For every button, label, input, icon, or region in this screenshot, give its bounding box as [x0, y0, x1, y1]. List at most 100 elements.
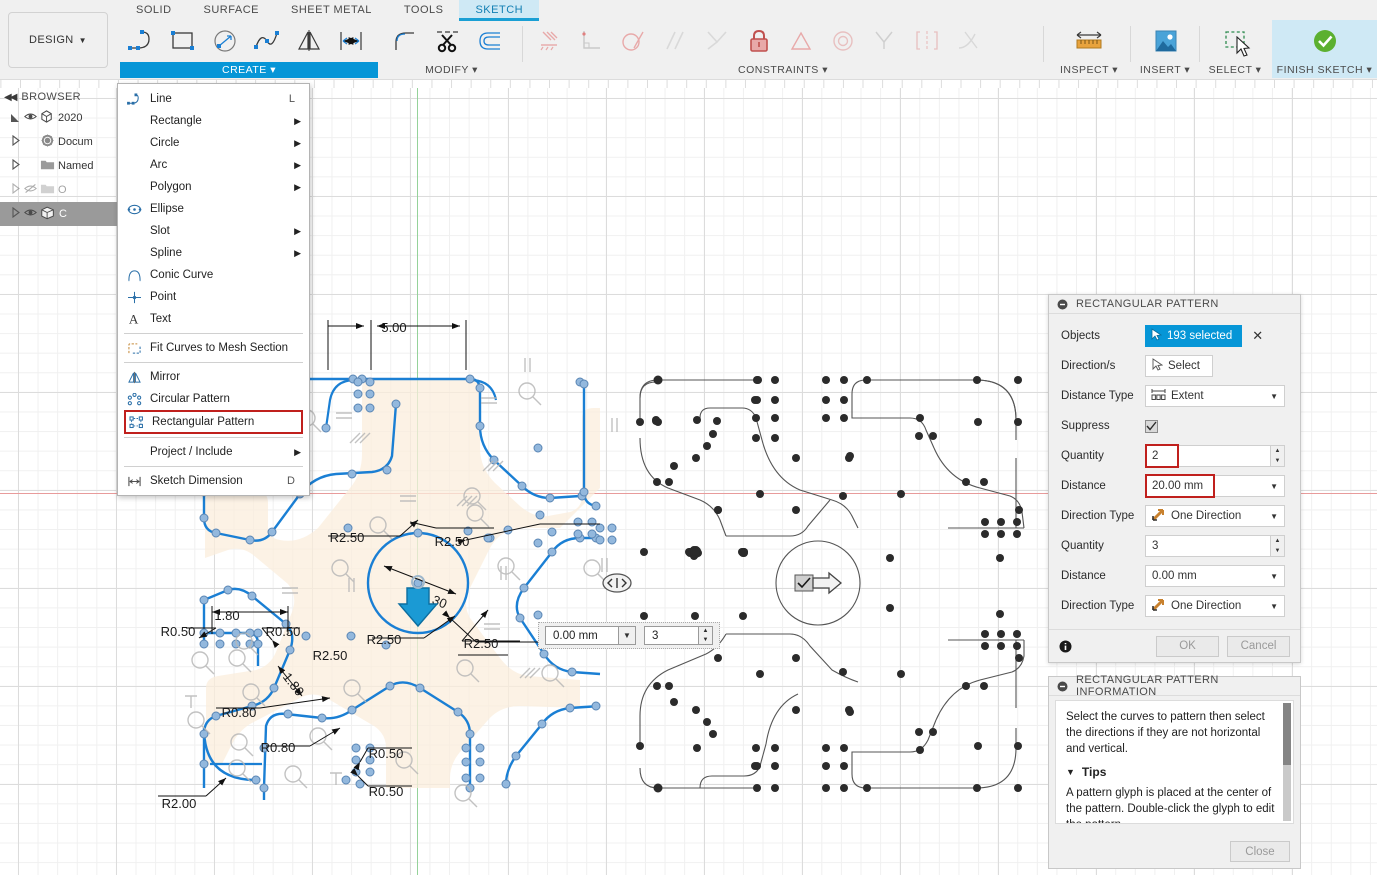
- offset-icon[interactable]: [469, 20, 511, 62]
- menu-item-spline[interactable]: Spline ▶: [118, 242, 309, 264]
- suppress-checkbox[interactable]: [1145, 419, 1158, 433]
- curvature-icon[interactable]: [948, 20, 990, 62]
- create-dropdown-menu[interactable]: Line L Rectangle ▶ Circle ▶ Arc ▶ Polygon ▶ Ellips…: [117, 83, 310, 496]
- line-icon[interactable]: [120, 20, 162, 62]
- dimension-label[interactable]: R0.50: [369, 746, 404, 761]
- equal-icon[interactable]: [780, 20, 822, 62]
- menu-item-circular-pattern[interactable]: Circular Pattern: [118, 388, 309, 410]
- menu-item-polygon[interactable]: Polygon ▶: [118, 176, 309, 198]
- dimension-label[interactable]: R2.50: [367, 632, 402, 647]
- info-scrollbar-thumb[interactable]: [1283, 703, 1291, 765]
- visibility-eye-off-icon[interactable]: [24, 182, 37, 198]
- dimension-label[interactable]: R0.50: [369, 784, 404, 799]
- menu-item-circle[interactable]: Circle ▶: [118, 132, 309, 154]
- midpoint-icon[interactable]: [864, 20, 906, 62]
- trim-icon[interactable]: [427, 20, 469, 62]
- visibility-eye-icon[interactable]: [24, 110, 37, 126]
- minus-circle-icon[interactable]: [1057, 299, 1068, 310]
- quantity-1-spinbox[interactable]: 2 ▲ ▼: [1145, 445, 1285, 467]
- measure-icon[interactable]: [1068, 20, 1110, 62]
- spinner-down-icon[interactable]: ▼: [1271, 456, 1284, 466]
- tips-header[interactable]: ▼ Tips: [1066, 764, 1281, 780]
- distance-type-combo[interactable]: Extent ▼: [1145, 385, 1285, 407]
- dimension-label[interactable]: R0.50: [266, 624, 301, 639]
- ok-button[interactable]: OK: [1156, 635, 1219, 657]
- dimension-label[interactable]: R0.80: [222, 705, 257, 720]
- quantity-2-spinner[interactable]: ▲ ▼: [1270, 535, 1285, 557]
- distance-2-combo[interactable]: 0.00 mm ▼: [1145, 565, 1285, 587]
- quantity-2-spinbox[interactable]: 3 ▲ ▼: [1145, 535, 1285, 557]
- expand-triangle-icon[interactable]: [10, 206, 21, 221]
- minus-circle-icon[interactable]: [1057, 681, 1068, 692]
- workspace-tab-surface[interactable]: SURFACE: [188, 0, 275, 20]
- canvas-distance-field[interactable]: 0.00 mm: [545, 626, 619, 645]
- symmetry-icon[interactable]: [906, 20, 948, 62]
- menu-item-arc[interactable]: Arc ▶: [118, 154, 309, 176]
- dimension-label[interactable]: 1.80: [214, 608, 239, 623]
- browser-tree-row[interactable]: Named: [0, 154, 120, 178]
- spinner-up-icon[interactable]: ▲: [699, 627, 712, 636]
- info-icon[interactable]: [1059, 640, 1072, 653]
- mirror-icon[interactable]: [288, 20, 330, 62]
- distance-1-value[interactable]: 20.00 mm: [1151, 480, 1203, 492]
- tangent-icon[interactable]: [612, 20, 654, 62]
- direction-type-2-combo[interactable]: One Direction ▼: [1145, 595, 1285, 617]
- menu-item-text[interactable]: A Text: [118, 308, 309, 330]
- spline-icon[interactable]: [246, 20, 288, 62]
- menu-item-ellipse[interactable]: Ellipse: [118, 198, 309, 220]
- visibility-eye-icon[interactable]: [24, 206, 37, 222]
- lock-icon[interactable]: [738, 20, 780, 62]
- constraints-group-label[interactable]: CONSTRAINTS ▾: [528, 62, 1038, 78]
- menu-item-rectangle[interactable]: Rectangle ▶: [118, 110, 309, 132]
- browser-tree[interactable]: 2020 Docum Named O C: [0, 106, 120, 226]
- quantity-1-value[interactable]: 2: [1145, 445, 1270, 467]
- canvas-quantity-spinner[interactable]: ▲ ▼: [699, 626, 713, 645]
- directions-select-button[interactable]: Select: [1145, 355, 1213, 377]
- dimension-label[interactable]: R2.50: [464, 636, 499, 651]
- browser-tree-row[interactable]: 2020: [0, 106, 120, 130]
- menu-item-slot[interactable]: Slot ▶: [118, 220, 309, 242]
- close-button[interactable]: Close: [1230, 841, 1290, 862]
- menu-item-line[interactable]: Line L: [118, 88, 309, 110]
- inspect-group-label[interactable]: INSPECT ▾: [1053, 62, 1125, 78]
- workspace-tab-sketch[interactable]: SKETCH: [459, 0, 540, 21]
- dimension-label[interactable]: R0.80: [261, 740, 296, 755]
- menu-item-mirror[interactable]: Mirror: [118, 366, 309, 388]
- insert-group-label[interactable]: INSERT ▾: [1136, 62, 1194, 78]
- cancel-button[interactable]: Cancel: [1227, 635, 1290, 657]
- browser-tree-row[interactable]: O: [0, 178, 120, 202]
- concentric-icon[interactable]: [822, 20, 864, 62]
- objects-selection-button[interactable]: 193 selected: [1145, 325, 1243, 347]
- menu-item-fit-curves-to-mesh-section[interactable]: Fit Curves to Mesh Section: [118, 337, 309, 359]
- spinner-up-icon[interactable]: ▲: [1271, 536, 1284, 546]
- finish-sketch-label[interactable]: FINISH SKETCH ▾: [1272, 62, 1377, 78]
- menu-item-conic-curve[interactable]: Conic Curve: [118, 264, 309, 286]
- coincident-icon[interactable]: [696, 20, 738, 62]
- expand-triangle-icon[interactable]: [10, 134, 21, 149]
- expand-triangle-icon[interactable]: [10, 158, 21, 173]
- parallel-icon[interactable]: [654, 20, 696, 62]
- distance-1-combo[interactable]: 20.00 mm ▼: [1145, 475, 1285, 497]
- dimension-label[interactable]: 5.00: [381, 320, 406, 335]
- menu-item-sketch-dimension[interactable]: Sketch Dimension D: [118, 470, 309, 492]
- workspace-tabs[interactable]: SOLID SURFACE SHEET METAL TOOLS SKETCH: [120, 0, 540, 22]
- ground-icon[interactable]: [528, 20, 570, 62]
- menu-item-rectangular-pattern[interactable]: Rectangular Pattern: [124, 410, 303, 434]
- distance-2-value[interactable]: 0.00 mm: [1151, 570, 1197, 582]
- circle-icon[interactable]: [204, 20, 246, 62]
- fillet-icon[interactable]: [385, 20, 427, 62]
- collapse-left-icon[interactable]: ◀◀: [4, 92, 17, 103]
- dimension-label[interactable]: R0.50: [161, 624, 196, 639]
- modify-group-label[interactable]: MODIFY ▾: [385, 62, 518, 78]
- menu-item-point[interactable]: Point: [118, 286, 309, 308]
- select-group-label[interactable]: SELECT ▾: [1204, 62, 1266, 78]
- dimension-label[interactable]: R2.50: [313, 648, 348, 663]
- workspace-tab-solid[interactable]: SOLID: [120, 0, 188, 20]
- spinner-down-icon[interactable]: ▼: [1271, 546, 1284, 556]
- browser-tree-row[interactable]: Docum: [0, 130, 120, 154]
- insert-image-icon[interactable]: [1144, 20, 1186, 62]
- rectangle-icon[interactable]: [162, 20, 204, 62]
- chevron-down-icon[interactable]: ▼: [619, 626, 636, 645]
- workspace-tab-sheet-metal[interactable]: SHEET METAL: [275, 0, 388, 20]
- quantity-2-value[interactable]: 3: [1145, 535, 1270, 557]
